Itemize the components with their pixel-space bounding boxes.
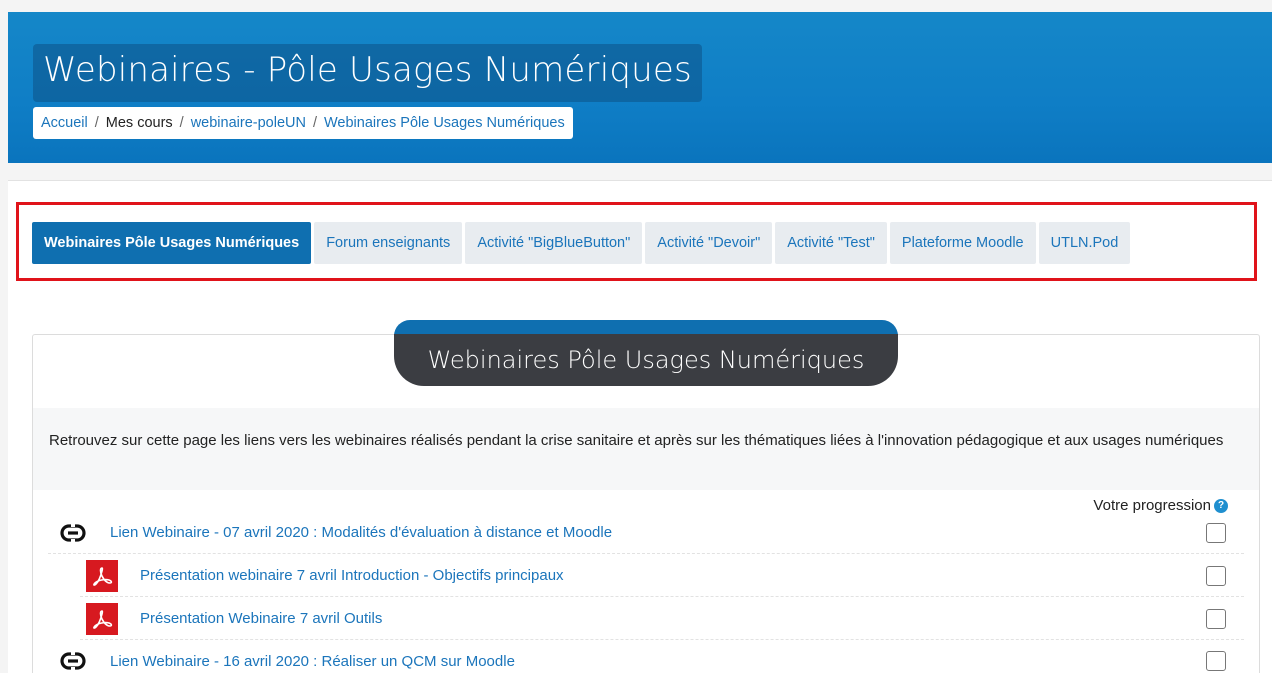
breadcrumb-course-shortname[interactable]: webinaire-poleUN (191, 115, 306, 131)
tab-utln-pod[interactable]: UTLN.Pod (1038, 222, 1131, 264)
breadcrumb-separator: / (94, 115, 99, 131)
completion-checkbox[interactable] (1206, 609, 1226, 629)
activity-row: Lien Webinaire - 16 avril 2020 : Réalise… (48, 640, 1244, 673)
breadcrumb: Accueil / Mes cours / webinaire-poleUN /… (33, 107, 573, 139)
activity-link[interactable]: Présentation webinaire 7 avril Introduct… (140, 567, 564, 584)
section-title: Webinaires Pôle Usages Numériques (427, 346, 865, 374)
breadcrumb-separator: / (312, 115, 317, 131)
pdf-icon (86, 559, 118, 592)
section-title-pill: Webinaires Pôle Usages Numériques (394, 320, 898, 386)
link-icon (48, 646, 98, 673)
section-summary: Retrouvez sur cette page les liens vers … (33, 408, 1259, 490)
completion-checkbox[interactable] (1206, 523, 1226, 543)
breadcrumb-my-courses: Mes cours (105, 115, 173, 131)
page: Webinaires - Pôle Usages Numériques Accu… (0, 0, 1272, 673)
breadcrumb-separator: / (179, 115, 184, 131)
course-title-box: Webinaires - Pôle Usages Numériques (33, 44, 702, 102)
tab-forum-enseignants[interactable]: Forum enseignants (314, 222, 463, 264)
activity-link[interactable]: Lien Webinaire - 16 avril 2020 : Réalise… (110, 653, 515, 670)
activity-row: Présentation Webinaire 7 avril Outils (80, 598, 1244, 640)
activity-link[interactable]: Lien Webinaire - 07 avril 2020 : Modalit… (110, 524, 612, 541)
completion-checkbox[interactable] (1206, 566, 1226, 586)
activity-row: Lien Webinaire - 07 avril 2020 : Modalit… (48, 512, 1244, 554)
tab-webinaires[interactable]: Webinaires Pôle Usages Numériques (32, 222, 312, 264)
course-tabs: Webinaires Pôle Usages Numériques Forum … (32, 222, 1131, 264)
completion-checkbox[interactable] (1206, 651, 1226, 671)
activity-row: Présentation webinaire 7 avril Introduct… (80, 555, 1244, 597)
course-title: Webinaires - Pôle Usages Numériques (43, 50, 692, 90)
section-title-pill-body: Webinaires Pôle Usages Numériques (394, 334, 898, 386)
tab-test[interactable]: Activité "Test" (775, 222, 887, 264)
help-icon[interactable]: ? (1214, 498, 1228, 513)
tab-bigbluebutton[interactable]: Activité "BigBlueButton" (465, 222, 643, 264)
tab-devoir[interactable]: Activité "Devoir" (645, 222, 773, 264)
pdf-icon (86, 602, 118, 635)
breadcrumb-home[interactable]: Accueil (41, 115, 88, 131)
course-header-banner: Webinaires - Pôle Usages Numériques Accu… (8, 12, 1272, 163)
breadcrumb-section[interactable]: Webinaires Pôle Usages Numériques (324, 115, 565, 131)
activity-link[interactable]: Présentation Webinaire 7 avril Outils (140, 610, 382, 627)
tab-plateforme-moodle[interactable]: Plateforme Moodle (889, 222, 1036, 264)
link-icon (48, 518, 98, 548)
